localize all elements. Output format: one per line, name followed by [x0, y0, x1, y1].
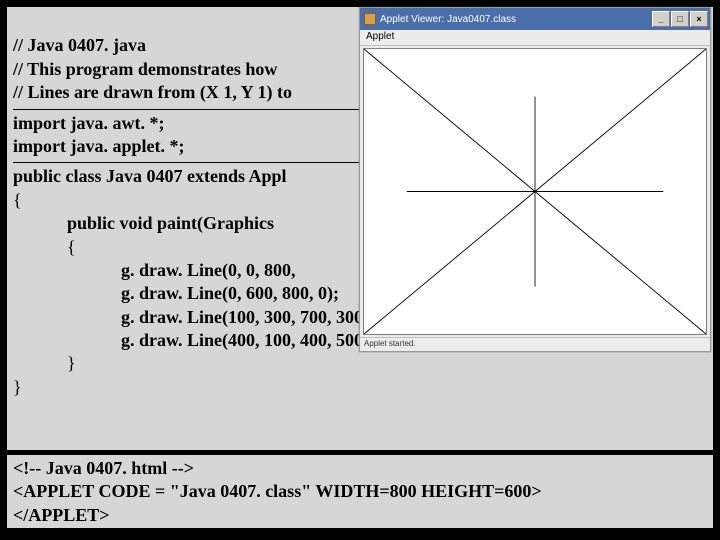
applet-tag-open: <APPLET CODE = "Java 0407. class" WIDTH=… [13, 481, 542, 501]
code-panel: // Java 0407. java // This program demon… [6, 6, 714, 451]
code-import-1: import java. awt. *; [13, 113, 164, 133]
window-title: Applet Viewer: Java0407.class [380, 14, 516, 25]
status-text: Applet started. [364, 339, 416, 348]
code-import-2: import java. applet. *; [13, 136, 184, 156]
code-comment-2: // This program demonstrates how [13, 59, 277, 79]
code-method-brace-close: } [13, 353, 76, 373]
code-class-brace-close: } [13, 377, 22, 397]
applet-viewer-window: Applet Viewer: Java0407.class _ □ × Appl… [359, 7, 711, 352]
applet-statusbar: Applet started. [360, 337, 710, 351]
applet-canvas [363, 48, 707, 335]
line-drawing-svg [364, 49, 706, 334]
html-code-panel: <!-- Java 0407. html --> <APPLET CODE = … [6, 451, 714, 529]
code-drawline-1: g. draw. Line(0, 0, 800, [13, 260, 296, 280]
html-comment: <!-- Java 0407. html --> [13, 458, 194, 478]
titlebar-left: Applet Viewer: Java0407.class [364, 13, 516, 25]
slide-frame: // Java 0407. java // This program demon… [0, 0, 720, 540]
code-method-decl: public void paint(Graphics [13, 213, 274, 233]
code-brace-open: { [13, 190, 22, 210]
code-comment-1: // Java 0407. java [13, 35, 146, 55]
applet-tag-close: </APPLET> [13, 505, 110, 525]
applet-menu-item[interactable]: Applet [366, 31, 394, 42]
code-drawline-3: g. draw. Line(100, 300, 700, 300); [13, 307, 375, 327]
window-titlebar[interactable]: Applet Viewer: Java0407.class _ □ × [360, 8, 710, 30]
code-class-decl: public class Java 0407 extends Appl [13, 166, 287, 186]
applet-menubar[interactable]: Applet [360, 30, 710, 46]
maximize-button[interactable]: □ [671, 11, 689, 27]
code-method-brace-open: { [13, 237, 76, 257]
window-button-group: _ □ × [652, 11, 708, 27]
code-drawline-4: g. draw. Line(400, 100, 400, 500); [13, 330, 375, 350]
code-drawline-2: g. draw. Line(0, 600, 800, 0); [13, 283, 339, 303]
close-button[interactable]: × [690, 11, 708, 27]
java-icon [364, 13, 376, 25]
minimize-button[interactable]: _ [652, 11, 670, 27]
code-comment-3: // Lines are drawn from (X 1, Y 1) to [13, 82, 292, 102]
